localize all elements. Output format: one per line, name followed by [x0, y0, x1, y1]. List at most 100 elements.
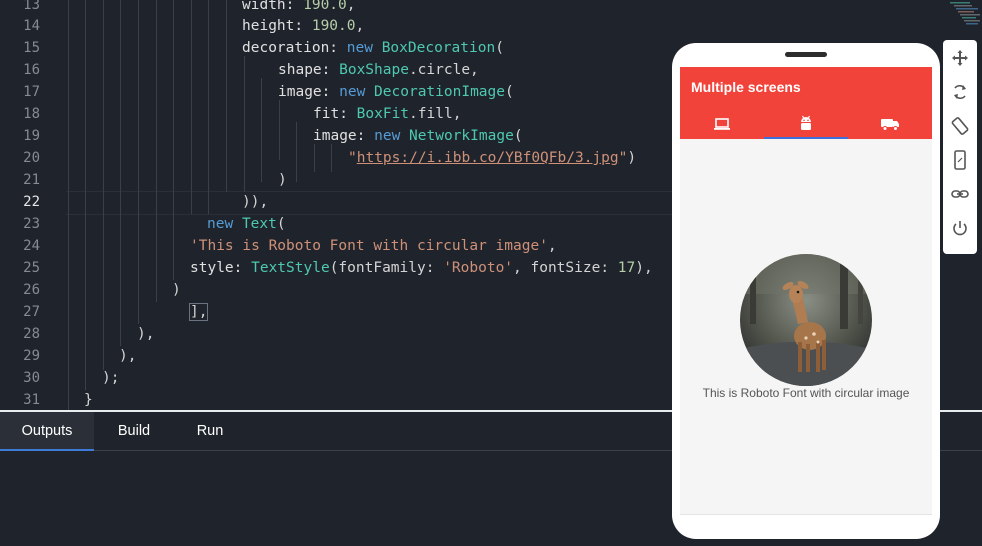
code-token: Text [241, 216, 277, 232]
bracket-match: ], [188, 303, 209, 321]
indent-guide [226, 0, 227, 192]
code-token: , fontSize: [513, 260, 618, 276]
code-token: shape: [278, 62, 340, 78]
code-token: image: [278, 84, 340, 100]
rotate-device-icon [951, 117, 969, 135]
code-token: ), [137, 326, 155, 342]
code-token: )), [242, 194, 269, 210]
code-line: ), [137, 323, 154, 345]
line-number: 28 [23, 326, 40, 342]
line-number: 15 [23, 40, 40, 56]
line-number: 27 [23, 304, 40, 320]
app-title: Multiple screens [691, 79, 801, 95]
indent-guide [244, 56, 245, 192]
line-number: 24 [23, 238, 40, 254]
code-line: new Text( [207, 213, 286, 235]
line-number: 25 [23, 260, 40, 276]
code-line: shape: BoxShape.circle, [278, 59, 479, 81]
line-number: 18 [23, 106, 40, 122]
phone-icon [954, 150, 966, 170]
code-token: NetworkImage [409, 128, 514, 144]
line-number: 19 [23, 128, 40, 144]
app-tab-android[interactable] [764, 109, 848, 139]
rotate-device-button[interactable] [948, 114, 972, 138]
line-number: 16 [23, 62, 40, 78]
code-line: ), [119, 345, 136, 367]
line-number: 17 [23, 84, 40, 100]
code-token: .circle, [408, 62, 479, 78]
indent-guide [279, 100, 280, 160]
code-line: image: new DecorationImage( [278, 81, 514, 103]
indent-guide [296, 122, 297, 182]
code-token: BoxDecoration [381, 40, 496, 56]
indent-guide [120, 0, 121, 346]
code-token: BoxShape [339, 62, 409, 78]
code-token: DecorationImage [374, 84, 505, 100]
line-number-active: 22 [23, 194, 40, 210]
power-button[interactable] [948, 216, 972, 240]
device-preview: Multiple screens This is Roboto Font wit… [672, 43, 940, 539]
code-token: new [207, 216, 234, 232]
code-token: new [346, 40, 373, 56]
minimap[interactable] [946, 0, 982, 30]
line-number: 21 [23, 172, 40, 188]
link-icon [951, 190, 969, 198]
code-token: image: [313, 128, 375, 144]
indent-guide [138, 0, 139, 324]
code-token: ) [172, 282, 181, 298]
code-line: fit: BoxFit.fill, [313, 103, 461, 125]
code-line: 'This is Roboto Font with circular image… [190, 235, 557, 257]
code-token: , [355, 18, 365, 34]
app-tab-laptop[interactable] [680, 109, 764, 139]
code-token: 190.0 [311, 18, 356, 34]
app-bar: Multiple screens [680, 67, 932, 139]
code-line: decoration: new BoxDecoration( [242, 37, 504, 59]
nav-bar-line [680, 514, 932, 515]
code-token: ( [513, 128, 523, 144]
indent-guide [173, 0, 174, 280]
line-number: 20 [23, 150, 40, 166]
tab-build[interactable]: Build [104, 412, 164, 450]
code-token: ( [505, 84, 514, 100]
code-token: , [547, 238, 557, 254]
indent-guide [156, 0, 157, 302]
code-line: } [84, 389, 93, 410]
code-line: style: TextStyle(fontFamily: 'Roboto', f… [190, 257, 653, 279]
code-token: new [339, 84, 366, 100]
android-icon [801, 115, 811, 130]
link-button[interactable] [948, 182, 972, 206]
rotate-button[interactable] [948, 80, 972, 104]
line-number: 31 [23, 392, 40, 408]
device-speaker [785, 52, 827, 57]
line-number: 13 [23, 0, 40, 13]
url-link[interactable]: https://i.ibb.co/YBf0QFb/3.jpg [357, 150, 619, 166]
code-token: .fill, [409, 106, 462, 122]
app-tab-truck[interactable] [848, 109, 932, 139]
code-token: new [374, 128, 401, 144]
code-token: ); [102, 370, 120, 386]
rotate-icon [954, 84, 966, 100]
tab-outputs[interactable]: Outputs [0, 412, 94, 451]
laptop-icon [714, 118, 730, 130]
code-token: ) [627, 150, 637, 166]
code-token: 190.0 [303, 0, 347, 13]
code-line: ], [188, 301, 209, 323]
code-token: BoxFit [356, 106, 410, 122]
code-token: TextStyle [251, 260, 330, 276]
line-number: 26 [23, 282, 40, 298]
code-line: ); [102, 367, 119, 389]
tab-run[interactable]: Run [184, 412, 236, 450]
code-token: height: [242, 18, 312, 34]
device-frame-button[interactable] [948, 148, 972, 172]
indent-guide [191, 0, 192, 214]
code-token: 'Roboto' [443, 260, 514, 276]
move-icon [952, 50, 968, 66]
code-line: ) [172, 279, 181, 301]
code-token: ( [495, 40, 504, 56]
code-token: , [346, 0, 356, 13]
indent-guide [68, 0, 69, 410]
code-line: )), [242, 191, 268, 213]
move-button[interactable] [948, 46, 972, 70]
truck-icon [881, 119, 899, 131]
code-token: ) [278, 172, 287, 188]
